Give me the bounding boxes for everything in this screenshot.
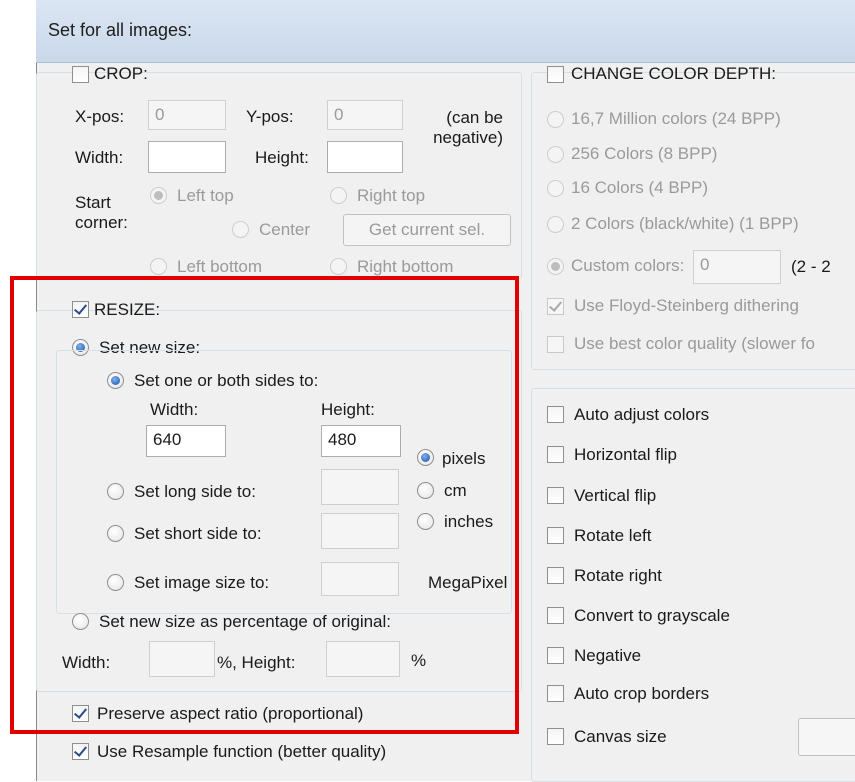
best-quality-checkbox[interactable]: [547, 336, 564, 353]
custom-colors-input[interactable]: 0: [693, 250, 781, 284]
custom-colors-range: (2 - 2: [791, 257, 831, 276]
ypos-label: Y-pos:: [246, 107, 294, 126]
dialog-title: Set for all images:: [48, 20, 193, 40]
horizontal-flip-label: Horizontal flip: [574, 445, 677, 464]
start-corner-label: Start corner:: [75, 193, 128, 232]
rotate-right-checkbox[interactable]: [547, 567, 564, 584]
color-24bpp-radio[interactable]: [547, 111, 564, 128]
canvas-size-checkbox[interactable]: [547, 728, 564, 745]
ypos-input[interactable]: 0: [327, 100, 403, 130]
color-8bpp-label: 256 Colors (8 BPP): [571, 144, 718, 163]
color-1bpp-label: 2 Colors (black/white) (1 BPP): [571, 214, 799, 233]
color-4bpp-label: 16 Colors (4 BPP): [571, 178, 708, 197]
crop-height-label: Height:: [255, 148, 309, 167]
grayscale-checkbox[interactable]: [547, 607, 564, 624]
negative-label: Negative: [574, 646, 642, 665]
vertical-flip-checkbox[interactable]: [547, 487, 564, 504]
best-quality-label: Use best color quality (slower fo: [574, 334, 815, 353]
vertical-flip-label: Vertical flip: [574, 486, 657, 505]
auto-adjust-checkbox[interactable]: [547, 406, 564, 423]
rotate-left-checkbox[interactable]: [547, 527, 564, 544]
crop-checkbox[interactable]: [72, 66, 89, 83]
left-bottom-radio[interactable]: [150, 258, 167, 275]
auto-crop-checkbox[interactable]: [547, 685, 564, 702]
horizontal-flip-checkbox[interactable]: [547, 446, 564, 463]
use-resample-label: Use Resample function (better quality): [97, 742, 387, 761]
canvas-size-button[interactable]: [798, 718, 855, 756]
left-top-label: Left top: [177, 186, 234, 205]
color-8bpp-radio[interactable]: [547, 146, 564, 163]
rotate-right-label: Rotate right: [574, 566, 662, 585]
right-top-radio[interactable]: [330, 187, 347, 204]
left-top-radio[interactable]: [150, 187, 167, 204]
highlight-box: [10, 276, 519, 734]
get-current-sel-button[interactable]: Get current sel.: [343, 214, 511, 246]
use-resample-checkbox[interactable]: [72, 743, 89, 760]
grayscale-label: Convert to grayscale: [574, 606, 730, 625]
custom-colors-radio[interactable]: [547, 258, 564, 275]
rotate-left-label: Rotate left: [574, 526, 652, 545]
right-bottom-radio[interactable]: [330, 258, 347, 275]
negative-checkbox[interactable]: [547, 647, 564, 664]
custom-colors-label: Custom colors:: [571, 256, 685, 275]
xpos-label: X-pos:: [75, 107, 125, 126]
auto-crop-label: Auto crop borders: [574, 684, 710, 703]
floyd-steinberg-checkbox[interactable]: [547, 298, 564, 315]
crop-group: [36, 72, 522, 279]
color-depth-checkbox[interactable]: [547, 66, 564, 83]
crop-note: (can be negative): [433, 108, 503, 147]
left-bottom-label: Left bottom: [177, 257, 263, 276]
right-bottom-label: Right bottom: [357, 257, 454, 276]
crop-width-input[interactable]: [148, 141, 226, 173]
color-depth-label: CHANGE COLOR DEPTH:: [571, 64, 776, 83]
color-4bpp-radio[interactable]: [547, 180, 564, 197]
auto-adjust-label: Auto adjust colors: [574, 405, 710, 424]
center-label: Center: [259, 220, 311, 239]
floyd-steinberg-label: Use Floyd-Steinberg dithering: [574, 296, 799, 315]
right-top-label: Right top: [357, 186, 426, 205]
crop-label: CROP:: [94, 64, 148, 83]
center-radio[interactable]: [232, 221, 249, 238]
crop-width-label: Width:: [75, 148, 124, 167]
color-24bpp-label: 16,7 Million colors (24 BPP): [571, 109, 781, 128]
crop-height-input[interactable]: [327, 141, 403, 173]
canvas-size-label: Canvas size: [574, 727, 667, 746]
xpos-input[interactable]: 0: [148, 100, 226, 130]
color-1bpp-radio[interactable]: [547, 216, 564, 233]
